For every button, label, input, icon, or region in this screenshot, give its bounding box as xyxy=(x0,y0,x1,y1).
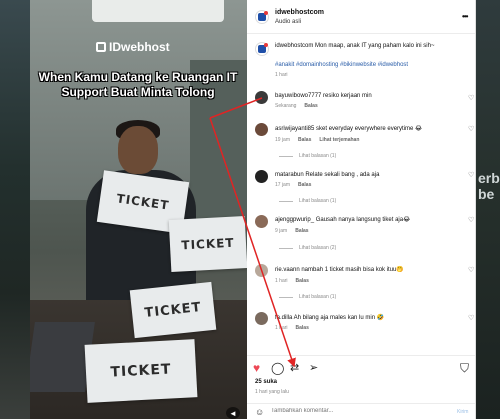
view-replies-button[interactable]: Lihat balasan (2) xyxy=(279,245,336,251)
background-text: erb be xyxy=(478,170,500,202)
video-caption: When Kamu Datang ke Ruangan IT Support B… xyxy=(38,70,238,99)
post-header: idwebhostcom Audio asli ••• xyxy=(247,0,476,34)
action-bar: ♥ ◯ ⇄ ➢ ⛉ xyxy=(247,355,476,377)
view-replies-button[interactable]: Lihat balasan (1) xyxy=(279,198,336,204)
replies-divider xyxy=(279,296,293,298)
heart-outline-icon[interactable]: ♡ xyxy=(468,171,474,179)
comment-text: fa.dilla Ah bilang aja males kan lu min … xyxy=(275,315,385,321)
account-username[interactable]: idwebhostcom xyxy=(275,9,324,16)
comment-time: 17 jam xyxy=(275,182,291,188)
comment-meta: 19 jam Balas Lihat terjemahan xyxy=(275,137,359,143)
emoji-icon[interactable]: ☺ xyxy=(255,407,264,417)
brand-logo-icon xyxy=(96,42,106,52)
posted-time: 1 hari yang lalu xyxy=(255,389,289,395)
post-panel: idwebhostcom Audio asli ••• idwebhostcom… xyxy=(247,0,476,419)
comment-time: 19 jam xyxy=(275,137,291,143)
comment-avatar[interactable] xyxy=(255,215,268,228)
comment-text: asriwijayanti85 sket everyday everywhere… xyxy=(275,126,423,132)
more-horizontal-icon[interactable]: ••• xyxy=(462,12,468,21)
video-person-head xyxy=(118,126,158,174)
repost-icon[interactable]: ⇄ xyxy=(290,361,299,374)
account-logo-icon xyxy=(258,11,268,21)
reply-button[interactable]: Balas xyxy=(298,137,311,143)
post-comment-button[interactable]: Kirim xyxy=(457,409,468,415)
comment-meta: 9 jam Balas xyxy=(275,228,309,234)
caption-avatar[interactable] xyxy=(255,42,269,56)
speaker-mute-icon[interactable]: ◄ xyxy=(226,407,240,419)
reel-video[interactable]: TICKET TICKET TICKET TICKET IDwebhost Wh… xyxy=(30,0,247,419)
view-replies-label[interactable]: Lihat balasan (2) xyxy=(299,245,336,251)
add-comment-bar: ☺ Kirim xyxy=(247,403,476,419)
heart-outline-icon[interactable]: ♡ xyxy=(468,266,474,274)
comment-avatar[interactable] xyxy=(255,264,268,277)
comment-text: ajenggpwurip_ Gausah nanya langsung tike… xyxy=(275,217,411,223)
reply-button[interactable]: Balas xyxy=(296,325,309,331)
ticket-card-right: TICKET xyxy=(168,216,247,272)
view-replies-button[interactable]: Lihat balasan (1) xyxy=(279,153,336,159)
comment-icon[interactable]: ◯ xyxy=(271,361,284,375)
video-ac-unit xyxy=(92,0,224,22)
comment-time: 1 hari xyxy=(275,278,288,284)
comment-avatar[interactable] xyxy=(255,170,268,183)
comment-time: 9 jam xyxy=(275,228,288,234)
background-left-strip xyxy=(0,0,30,419)
reply-button[interactable]: Balas xyxy=(298,182,311,188)
background-right-strip: erb be xyxy=(476,0,500,419)
view-replies-button[interactable]: Lihat balasan (1) xyxy=(279,294,336,300)
comment-avatar[interactable] xyxy=(255,123,268,136)
replies-divider xyxy=(279,200,293,202)
view-replies-label[interactable]: Lihat balasan (1) xyxy=(299,294,336,300)
likes-count[interactable]: 25 suka xyxy=(255,379,277,385)
comment-avatar[interactable] xyxy=(255,91,268,104)
translate-button[interactable]: Lihat terjemahan xyxy=(319,137,359,143)
post-hashtags[interactable]: #anakit #domainhosting #bikinwebsite #id… xyxy=(275,61,470,70)
account-logo-icon xyxy=(258,43,268,53)
bookmark-icon[interactable]: ⛉ xyxy=(460,361,469,376)
replies-divider xyxy=(279,155,293,157)
ticket-card-middle: TICKET xyxy=(129,281,217,339)
heart-filled-icon[interactable]: ♥ xyxy=(253,361,260,375)
view-replies-label[interactable]: Lihat balasan (1) xyxy=(299,198,336,204)
heart-outline-icon[interactable]: ♡ xyxy=(468,216,474,224)
comment-text: bayuwibowo7777 resiko kerjaan min xyxy=(275,93,372,99)
comment-meta: Sekarang Balas xyxy=(275,103,318,109)
comment-time: 1 hari xyxy=(275,325,288,331)
comment-meta: 17 jam Balas xyxy=(275,182,311,188)
ticket-card-front: TICKET xyxy=(84,339,198,403)
heart-outline-icon[interactable]: ♡ xyxy=(468,314,474,322)
comment-avatar[interactable] xyxy=(255,312,268,325)
comment-text: matarabun Relate sekali bang , ada aja xyxy=(275,172,380,178)
brand-logo: IDwebhost xyxy=(96,40,170,54)
account-avatar[interactable] xyxy=(255,10,269,24)
reply-button[interactable]: Balas xyxy=(304,103,317,109)
comment-text: rie.vaann nambah 1 ticket masih bisa kok… xyxy=(275,267,404,273)
heart-outline-icon[interactable]: ♡ xyxy=(468,94,474,102)
post-caption: idwebhostcom Mon maap, anak IT yang paha… xyxy=(275,43,435,49)
comment-time: Sekarang xyxy=(275,103,297,109)
replies-divider xyxy=(279,247,293,249)
comment-meta: 1 hari Balas xyxy=(275,278,309,284)
heart-outline-icon[interactable]: ♡ xyxy=(468,125,474,133)
brand-name: IDwebhost xyxy=(109,40,170,54)
add-comment-input[interactable] xyxy=(271,408,421,414)
view-replies-label[interactable]: Lihat balasan (1) xyxy=(299,153,336,159)
send-icon[interactable]: ➢ xyxy=(309,361,318,374)
comment-meta: 1 hari Balas xyxy=(275,325,309,331)
caption-timestamp: 1 hari xyxy=(275,72,288,78)
audio-label[interactable]: Audio asli xyxy=(275,19,301,25)
reply-button[interactable]: Balas xyxy=(295,228,308,234)
reply-button[interactable]: Balas xyxy=(296,278,309,284)
